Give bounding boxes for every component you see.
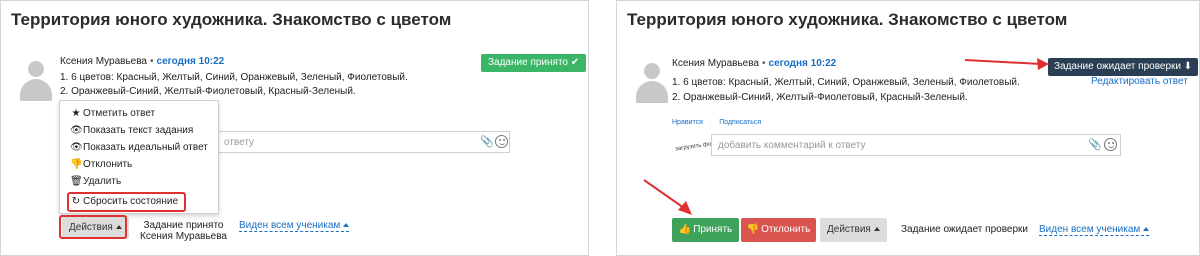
visibility-dropdown[interactable]: Виден всем ученикам: [1039, 224, 1150, 236]
caret-up-icon: [873, 227, 880, 232]
eye-icon: 👁: [70, 142, 83, 153]
accept-button[interactable]: 👍 Принять: [672, 218, 739, 242]
status-text: Задание принято Ксения Муравьева: [140, 220, 227, 242]
answer-text: 1. 6 цветов: Красный, Желтый, Синий, Ора…: [60, 71, 408, 99]
smiley-icon[interactable]: [1104, 138, 1117, 151]
actions-button[interactable]: Действия: [820, 218, 887, 242]
thumbs-up-icon: 👍: [678, 224, 692, 235]
menu-item-mark-answer[interactable]: ★ Отметить ответ: [70, 108, 156, 119]
reject-button[interactable]: 👎 Отклонить: [741, 218, 816, 242]
answer-line: 2. Оранжевый-Синий, Желтый-Фиолетовый, К…: [60, 86, 356, 97]
smiley-icon[interactable]: [495, 135, 508, 148]
visibility-dropdown[interactable]: Виден всем ученикам: [239, 220, 350, 232]
comment-input[interactable]: добавить комментарий к ответу 📎: [711, 134, 1121, 156]
like-link[interactable]: Нравится: [672, 119, 703, 126]
highlight-reset-state: [67, 192, 186, 212]
screenshot-composite: Территория юного художника. Знакомство с…: [0, 0, 1200, 256]
caret-up-icon: [1143, 227, 1150, 232]
trash-icon: 🗑: [70, 176, 83, 187]
answer-line: 2. Оранжевый-Синий, Желтый-Фиолетовый, К…: [672, 92, 968, 103]
paperclip-icon[interactable]: 📎: [480, 135, 494, 148]
highlight-actions-button: [59, 215, 127, 239]
annotation-arrow-right: [964, 58, 1049, 70]
comment-input[interactable]: ответу 📎: [217, 131, 510, 153]
author-name[interactable]: Ксения Муравьева: [60, 56, 147, 67]
status-text: Задание ожидает проверки: [901, 224, 1028, 235]
menu-item-delete[interactable]: 🗑Удалить: [70, 176, 121, 187]
answer-author: Ксения Муравьева • сегодня 10:22: [60, 56, 225, 67]
answer-time: сегодня 10:22: [768, 58, 837, 69]
menu-item-show-ideal-answer[interactable]: 👁Показать идеальный ответ: [70, 142, 208, 153]
author-name[interactable]: Ксения Муравьева: [672, 58, 759, 69]
answer-line: 1. 6 цветов: Красный, Желтый, Синий, Ора…: [60, 72, 408, 83]
paperclip-icon[interactable]: 📎: [1088, 138, 1102, 151]
left-panel: Территория юного художника. Знакомство с…: [0, 0, 589, 256]
answer-time: сегодня 10:22: [156, 56, 225, 67]
menu-item-show-task-text[interactable]: 👁Показать текст задания: [70, 125, 193, 136]
page-title: Территория юного художника. Знакомство с…: [627, 10, 1068, 29]
status-badge-pending[interactable]: Задание ожидает проверки ⬇: [1048, 58, 1199, 76]
user-avatar: [634, 61, 670, 103]
caret-up-icon: [343, 223, 350, 228]
subscribe-link[interactable]: Подписаться: [719, 119, 761, 126]
user-avatar: [18, 59, 54, 101]
edit-answer-link[interactable]: Редактировать ответ: [1091, 76, 1188, 87]
menu-item-reject[interactable]: 👎Отклонить: [70, 159, 132, 170]
thumbs-down-icon: 👎: [70, 159, 83, 170]
annotation-arrow-down: [643, 179, 692, 215]
answer-text: 1. 6 цветов: Красный, Желтый, Синий, Ора…: [672, 75, 1020, 105]
status-badge-accepted[interactable]: Задание принято ✔: [481, 54, 587, 72]
thumbs-down-icon: 👎: [746, 224, 760, 235]
answer-line: 1. 6 цветов: Красный, Желтый, Синий, Ора…: [672, 77, 1020, 88]
answer-author: Ксения Муравьева • сегодня 10:22: [672, 58, 837, 69]
upload-photo-placeholder[interactable]: загрузить фотографию: [673, 132, 739, 166]
answer-links: Нравится · Подписаться: [672, 119, 762, 126]
star-icon: ★: [71, 108, 81, 119]
page-title: Территория юного художника. Знакомство с…: [11, 10, 452, 29]
right-panel: Территория юного художника. Знакомство с…: [616, 0, 1200, 256]
comment-placeholder: ответу: [224, 137, 255, 148]
eye-icon: 👁: [70, 125, 83, 136]
comment-placeholder: добавить комментарий к ответу: [718, 140, 866, 151]
